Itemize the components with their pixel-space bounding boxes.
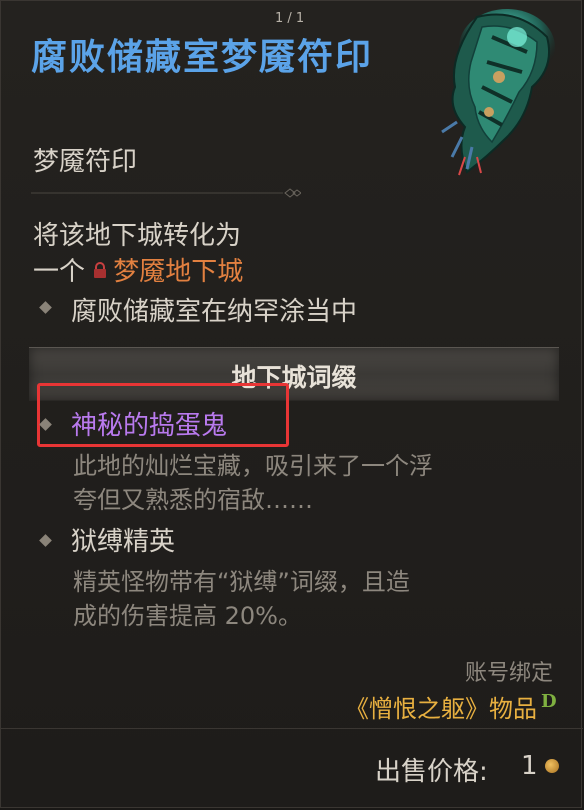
- affix-name: 狱缚精英: [71, 527, 176, 557]
- sell-price-value: 1: [521, 751, 538, 781]
- affix-description: 此地的灿烂宝藏，吸引来了一个浮: [73, 452, 433, 480]
- item-type: 梦魇符印: [33, 147, 138, 177]
- bullet-icon: [39, 301, 52, 314]
- coin-icon: [545, 759, 559, 773]
- sell-price-label: 出售价格:: [375, 757, 488, 787]
- item-tooltip: 1 / 1 腐败储藏室梦魇符印 梦魇符印 将该地下城转化为 一个 梦魇地下城 腐…: [0, 0, 583, 808]
- sigil-image: [441, 9, 555, 176]
- description-prefix: 一个: [33, 257, 86, 287]
- footer-divider: [1, 728, 583, 729]
- divider-ornament: [31, 188, 301, 198]
- expansion-badge: D: [541, 691, 557, 712]
- affix-description: 精英怪物带有“狱缚”词缀，且造: [73, 568, 410, 596]
- page-indicator: 1 / 1: [275, 11, 305, 26]
- bullet-icon: [39, 534, 52, 547]
- description-dungeon-line: 一个 梦魇地下城: [33, 251, 243, 288]
- account-bound-label: 账号绑定: [464, 661, 553, 686]
- location-text: 腐败储藏室在纳罕涂当中: [71, 297, 358, 327]
- expansion-origin-label: 《憎恨之躯》物品: [345, 695, 537, 723]
- affix-name: 神秘的捣蛋鬼: [71, 411, 228, 441]
- lock-icon: [94, 262, 107, 278]
- description-line: 将该地下城转化为: [33, 221, 242, 251]
- item-title: 腐败储藏室梦魇符印: [31, 37, 374, 78]
- affix-description: 夸但又熟悉的宿敌……: [73, 486, 313, 514]
- dungeon-name: 梦魇地下城: [113, 257, 244, 287]
- affix-description: 成的伤害提高 20%。: [73, 602, 302, 630]
